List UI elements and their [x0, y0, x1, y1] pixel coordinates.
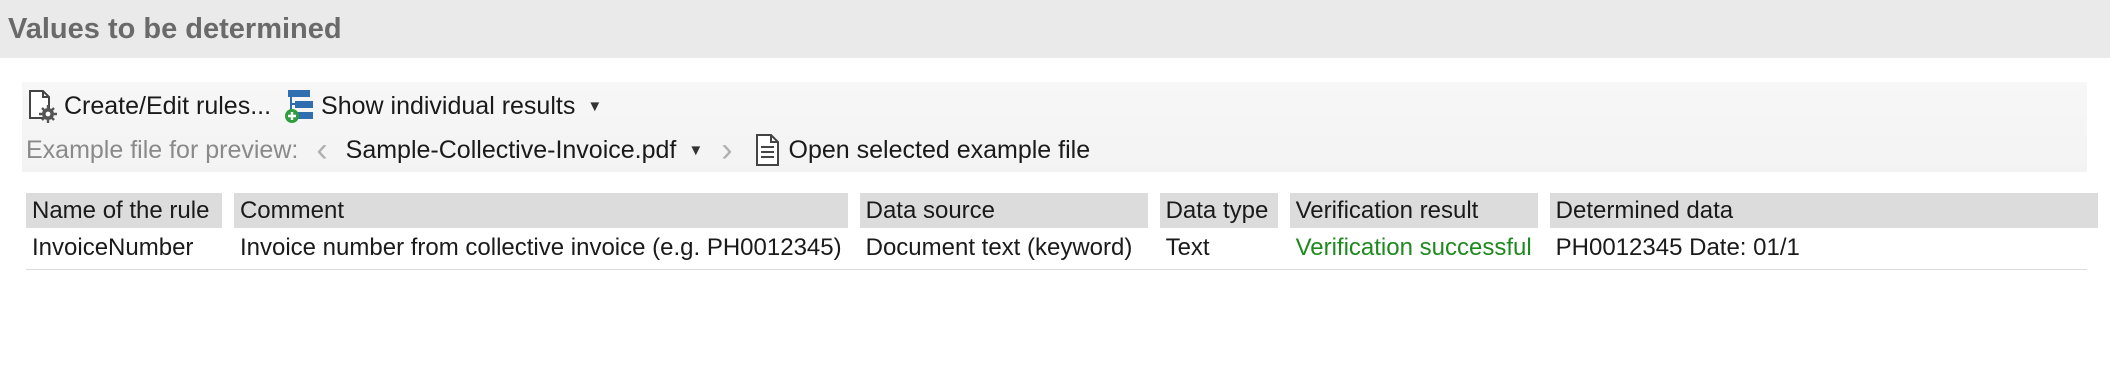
toolbar-row-actions: Create/Edit rules... Show individual res…: [26, 84, 602, 128]
cell-data-source: Document text (keyword): [865, 234, 1133, 261]
cell-rule-name: InvoiceNumber: [32, 234, 194, 261]
column-header-name[interactable]: Name of the rule: [26, 193, 222, 228]
table-bottom-divider: [26, 269, 2087, 270]
gear-document-icon: [26, 88, 60, 124]
chevron-right-icon[interactable]: ›: [721, 133, 732, 167]
rules-table: Name of the rule Comment Data source Dat…: [14, 193, 2110, 268]
section-header: Values to be determined: [0, 0, 2110, 58]
chevron-down-icon[interactable]: ▼: [587, 98, 602, 115]
cell-data-type: Text: [1165, 234, 1210, 261]
column-header-data-source[interactable]: Data source: [859, 193, 1148, 228]
chevron-down-icon[interactable]: ▼: [688, 142, 703, 159]
section-title: Values to be determined: [8, 13, 342, 45]
document-icon: [751, 132, 785, 168]
table-row[interactable]: InvoiceNumber Invoice number from collec…: [26, 228, 2098, 268]
toolbar-panel: Create/Edit rules... Show individual res…: [22, 82, 2087, 172]
cell-determined-data: PH0012345 Date: 01/1: [1555, 234, 1800, 261]
column-header-data-type[interactable]: Data type: [1159, 193, 1278, 228]
create-edit-rules-button[interactable]: Create/Edit rules...: [26, 84, 271, 128]
create-edit-rules-label: Create/Edit rules...: [64, 91, 272, 120]
column-header-verification-result[interactable]: Verification result: [1289, 193, 1538, 228]
column-header-determined-data[interactable]: Determined data: [1549, 193, 2098, 228]
show-individual-results-button[interactable]: Show individual results ▼: [283, 84, 602, 128]
column-header-comment[interactable]: Comment: [233, 193, 848, 228]
show-individual-results-label: Show individual results: [321, 91, 576, 120]
example-file-label: Example file for preview:: [26, 135, 299, 164]
example-file-select[interactable]: Sample-Collective-Invoice.pdf ▼: [346, 136, 704, 165]
open-example-file-label: Open selected example file: [788, 135, 1091, 164]
org-chart-add-icon: [283, 88, 317, 124]
example-file-name: Sample-Collective-Invoice.pdf: [345, 135, 677, 164]
open-example-file-button[interactable]: Open selected example file: [751, 128, 1091, 172]
toolbar-row-preview: Example file for preview: ‹ Sample-Colle…: [26, 128, 1090, 172]
table-header-row: Name of the rule Comment Data source Dat…: [26, 193, 2098, 228]
chevron-left-icon[interactable]: ‹: [316, 133, 327, 167]
cell-verification-result: Verification successful: [1295, 234, 1532, 261]
cell-comment: Invoice number from collective invoice (…: [239, 234, 842, 261]
